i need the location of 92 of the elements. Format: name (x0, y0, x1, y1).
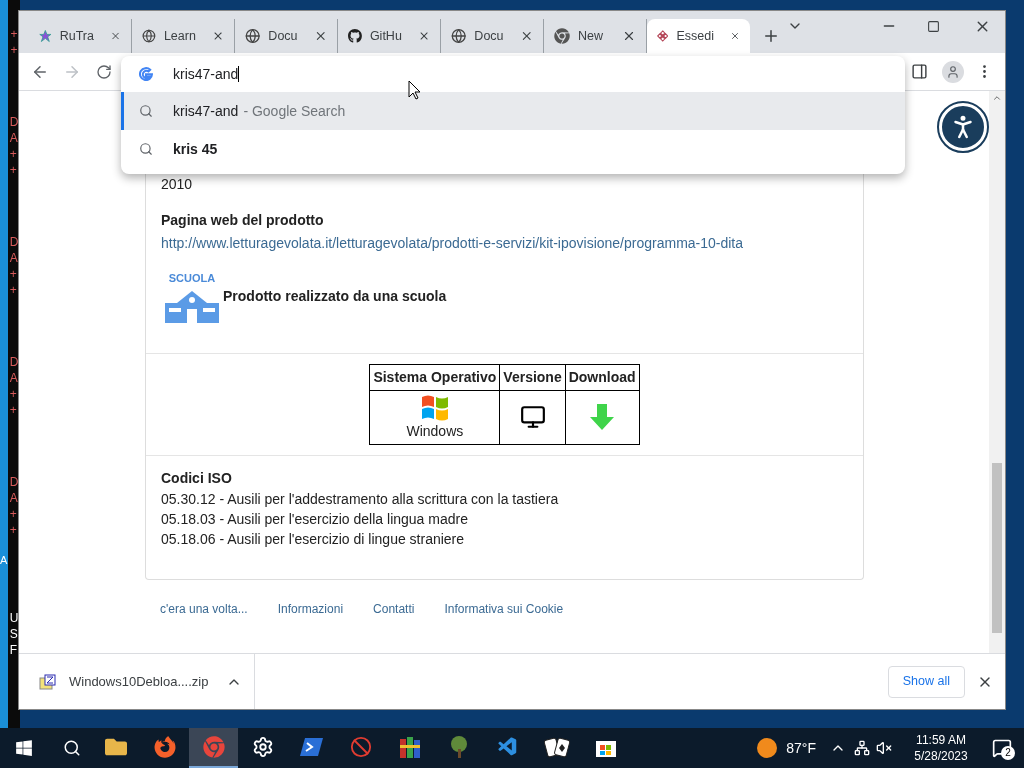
console-text: A (9, 490, 19, 506)
product-link[interactable]: http://www.letturagevolata.it/letturagevolata/prodotti-e-servizi/kit-ipovisione/programma-10-dita (161, 233, 848, 254)
console-text: + (9, 162, 18, 178)
network-icon[interactable] (854, 740, 870, 756)
notification-count: 2 (1001, 746, 1015, 760)
new-tab-icon[interactable] (762, 27, 780, 45)
console-text: + (9, 146, 18, 162)
scrollbar[interactable] (989, 91, 1005, 653)
settings-icon (251, 736, 274, 758)
address-field[interactable]: kris47-and (121, 56, 905, 92)
year-text: 2010 (161, 175, 194, 194)
console-text: A (9, 130, 19, 146)
close-icon[interactable] (622, 29, 636, 43)
console-text: A (9, 370, 19, 386)
temperature-text: 87°F (786, 738, 816, 758)
console-text: + (9, 522, 18, 538)
console-text: + (10, 26, 18, 42)
chrome-icon (202, 736, 225, 758)
clock-time: 11:59 AM (916, 732, 966, 748)
column-header: Versione (499, 364, 566, 390)
iso-code-text: 05.18.03 - Ausili per l'esercizio della lingua madre (161, 509, 469, 529)
accessibility-button[interactable] (939, 103, 987, 151)
firefox-icon (153, 736, 176, 758)
console-text: + (10, 42, 18, 58)
console-text: + (9, 506, 18, 522)
zip-file-icon (39, 673, 57, 690)
section-label: Pagina web del prodotto (161, 211, 325, 230)
browser-tab[interactable]: Docu (235, 19, 338, 53)
start-icon[interactable] (15, 739, 33, 757)
console-text: U (9, 610, 19, 626)
reload-icon[interactable] (96, 63, 112, 80)
scrollbar-thumb[interactable] (992, 463, 1002, 633)
footer-link[interactable]: Informativa sui Cookie (444, 599, 564, 618)
table-cell: Windows (369, 390, 500, 444)
show-all-button[interactable]: Show all (887, 665, 965, 698)
search-icon[interactable] (63, 739, 81, 757)
books-icon (398, 735, 421, 759)
column-header: Sistema Operativo (369, 364, 500, 390)
suggestion-item[interactable]: kris 45 (121, 130, 905, 168)
footer-link[interactable]: Informazioni (277, 599, 344, 618)
scroll-up-icon[interactable] (992, 93, 1002, 103)
search-icon (139, 142, 153, 156)
browser-tab[interactable]: Docu (441, 19, 544, 53)
profile-avatar[interactable] (942, 60, 964, 83)
browser-tab[interactable]: Learn (132, 19, 235, 53)
school-text: Prodotto realizzato da una scuola (223, 286, 447, 306)
muted-speaker-icon[interactable] (876, 740, 892, 756)
globe-icon (451, 28, 467, 44)
iso-code-text: 05.18.06 - Ausili per l'esercizio di lingue straniere (161, 529, 466, 549)
browser-tab[interactable]: RuTra (29, 19, 132, 53)
console-text: D (9, 234, 19, 250)
console-text: D (9, 474, 19, 490)
monitor-icon (519, 404, 546, 430)
console-text: + (9, 266, 18, 282)
maximize-icon[interactable] (927, 19, 940, 33)
globe-icon (245, 28, 261, 44)
console-text: A (0, 553, 8, 567)
iso-code-text: 05.30.12 - Ausili per l'addestramento alla scrittura con la tastiera (161, 489, 560, 509)
github-icon (348, 28, 362, 44)
section-label: Codici ISO (161, 468, 233, 488)
blocked-icon (349, 736, 372, 758)
clock-date: 5/28/2023 (914, 748, 968, 764)
cards-icon (543, 736, 570, 758)
console-text: S (9, 626, 19, 642)
terminal-icon (299, 737, 324, 757)
console-text: D (9, 114, 19, 130)
console-text: A (9, 250, 19, 266)
folder-icon (104, 736, 127, 758)
console-text: D (9, 354, 19, 370)
school-badge: SCUOLA (161, 270, 223, 323)
knot-icon (657, 28, 669, 44)
search-icon (139, 104, 153, 118)
console-text: + (9, 402, 18, 418)
console-text: + (9, 386, 18, 402)
vscode-icon (496, 736, 519, 758)
footer-link[interactable]: Contatti (373, 599, 415, 618)
star-icon (39, 28, 52, 44)
cursor-icon (408, 80, 421, 100)
chrome-icon (554, 28, 570, 44)
download-filename[interactable]: Windows10Debloa....zip (69, 671, 209, 692)
side-panel-icon[interactable] (911, 63, 928, 80)
browser-tab[interactable]: GitHu (338, 19, 441, 53)
browser-tab[interactable]: Essedi (647, 19, 750, 53)
notifications-icon[interactable] (992, 738, 1012, 758)
google-logo-icon (139, 67, 153, 81)
suggestion-item[interactable]: kris47-and - Google Search (121, 92, 905, 130)
footer-link[interactable]: c'era una volta... (160, 599, 248, 618)
globe-icon (142, 28, 156, 44)
column-header: Download (565, 364, 640, 390)
sun-icon (756, 737, 779, 759)
console-text: F (9, 642, 18, 658)
console-text: + (9, 282, 18, 298)
